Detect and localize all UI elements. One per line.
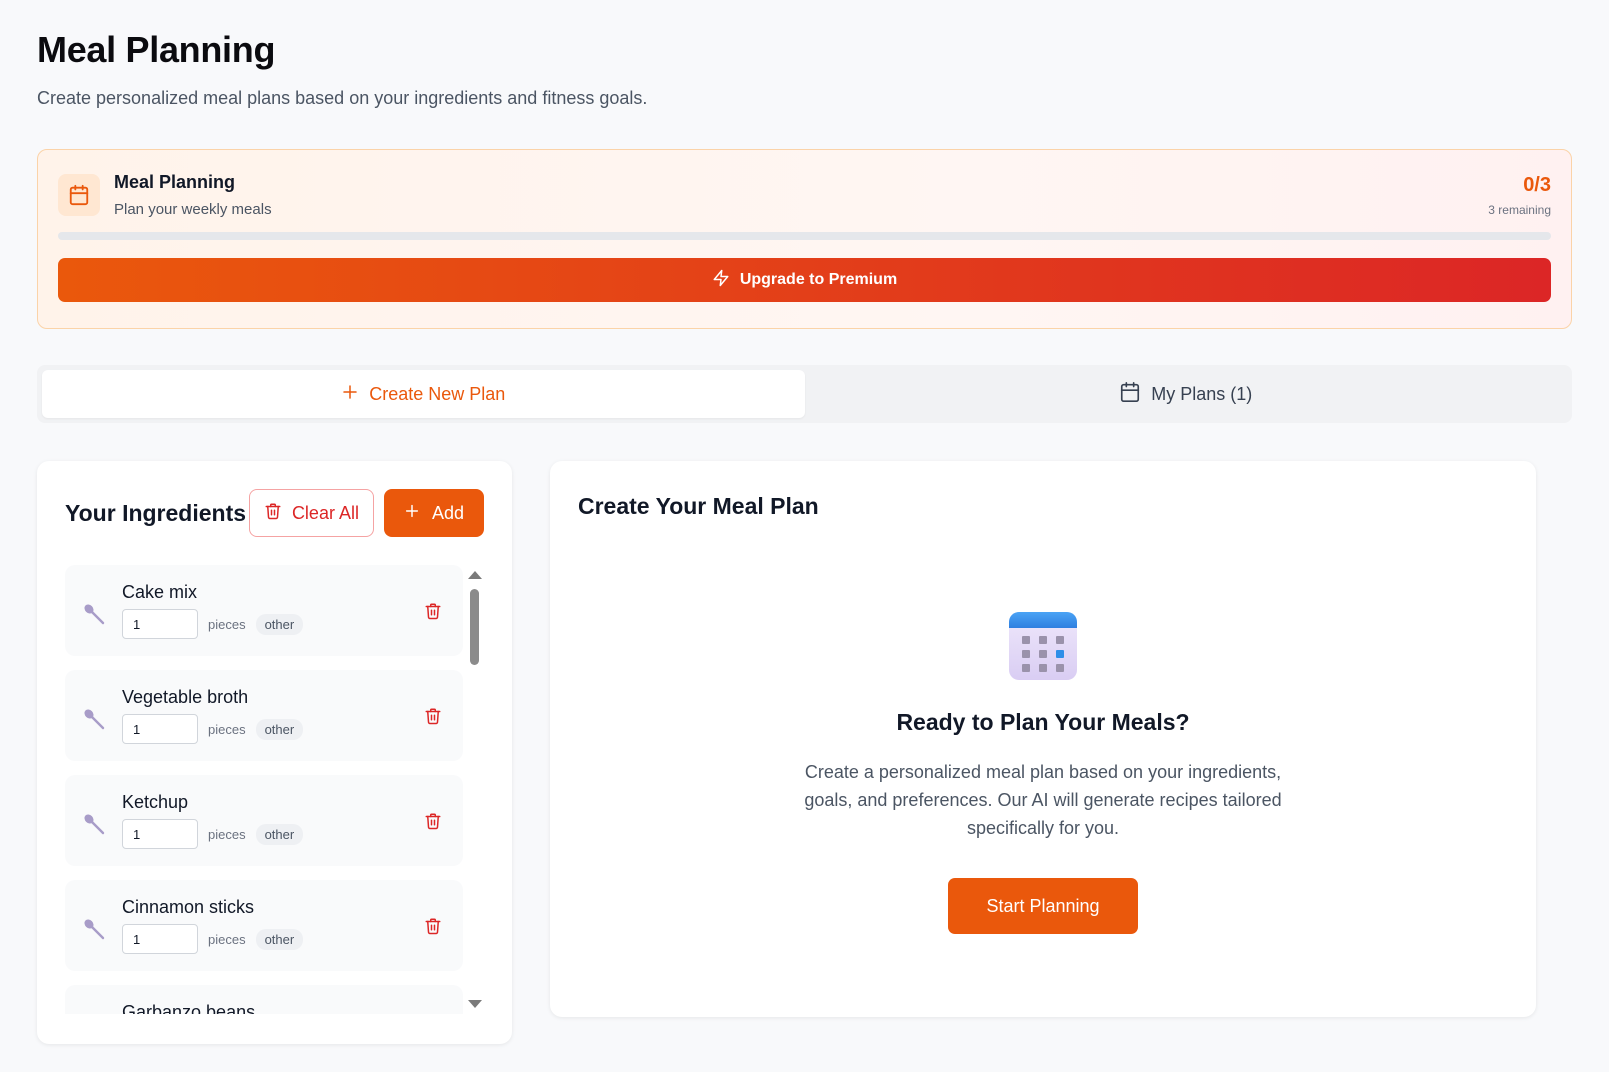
- trash-icon: [425, 603, 441, 619]
- category-badge: other: [255, 823, 304, 845]
- ingredients-title: Your Ingredients: [65, 499, 247, 526]
- spoon-icon: [84, 918, 105, 939]
- ingredient-item: Vegetable broth pieces other: [65, 670, 463, 761]
- tab-label: My Plans (1): [1151, 383, 1253, 404]
- quantity-input[interactable]: [122, 819, 198, 849]
- unit-label: pieces: [208, 721, 246, 737]
- ingredient-item: Ketchup pieces other: [65, 775, 463, 866]
- calendar-icon: [1119, 381, 1141, 408]
- ingredient-name: Cake mix: [122, 582, 198, 602]
- trash-icon: [425, 918, 441, 934]
- upgrade-button[interactable]: Upgrade to Premium: [58, 258, 1551, 302]
- plan-empty-state: Ready to Plan Your Meals? Create a perso…: [578, 610, 1508, 934]
- delete-ingredient-button[interactable]: [421, 809, 445, 833]
- delete-ingredient-button[interactable]: [421, 914, 445, 938]
- tab-create-new-plan[interactable]: Create New Plan: [42, 370, 805, 418]
- usage-count: 0/3: [1523, 173, 1551, 196]
- empty-state-description: Create a personalized meal plan based on…: [804, 762, 1282, 838]
- spoon-icon: [84, 813, 105, 834]
- meal-planning-page: Meal Planning Create personalized meal p…: [0, 0, 1609, 1044]
- tab-bar: Create New Plan My Plans (1): [37, 365, 1572, 423]
- plan-panel-title: Create Your Meal Plan: [578, 493, 819, 519]
- ingredients-panel: Your Ingredients Clear All Add Cake mix …: [37, 461, 512, 1044]
- category-badge: other: [255, 718, 304, 740]
- ingredient-item: Cinnamon sticks pieces other: [65, 880, 463, 971]
- unit-label: pieces: [208, 616, 246, 632]
- spoon-icon: [84, 708, 105, 729]
- trash-icon: [264, 502, 282, 525]
- clear-all-label: Clear All: [291, 502, 359, 523]
- empty-state-heading: Ready to Plan Your Meals?: [896, 709, 1190, 735]
- unit-label: pieces: [208, 826, 246, 842]
- category-badge: other: [255, 613, 304, 635]
- scrollbar-thumb[interactable]: [470, 589, 479, 665]
- ingredient-item: Cake mix pieces other: [65, 565, 463, 656]
- unit-label: pieces: [208, 931, 246, 947]
- quantity-input[interactable]: [122, 714, 198, 744]
- ingredient-name: Vegetable broth: [122, 687, 249, 707]
- ingredient-name: Garbanzo beans: [122, 1002, 256, 1014]
- spoon-icon: [84, 603, 105, 624]
- scroll-up-arrow-icon[interactable]: [468, 571, 482, 579]
- ingredient-list-scroll[interactable]: Cake mix pieces other: [65, 565, 484, 1014]
- start-planning-button[interactable]: Start Planning: [948, 878, 1138, 934]
- add-label: Add: [431, 502, 464, 523]
- usage-subtitle: Plan your weekly meals: [114, 201, 272, 218]
- add-ingredient-button[interactable]: Add: [383, 489, 484, 537]
- quantity-input[interactable]: [122, 609, 198, 639]
- plus-icon: [341, 383, 359, 406]
- page-subtitle: Create personalized meal plans based on …: [37, 88, 648, 108]
- plus-icon: [404, 503, 420, 524]
- usage-title: Meal Planning: [114, 172, 236, 192]
- trash-icon: [425, 708, 441, 724]
- usage-progress-bar: [58, 232, 1551, 240]
- tab-my-plans[interactable]: My Plans (1): [805, 370, 1568, 418]
- ingredient-list: Cake mix pieces other: [65, 565, 463, 1014]
- usage-card: Meal Planning Plan your weekly meals 0/3…: [37, 149, 1572, 329]
- calendar-icon: [58, 174, 100, 216]
- meal-plan-panel: Create Your Meal Plan Ready to Plan Your…: [550, 461, 1536, 1017]
- ingredient-name: Ketchup: [122, 792, 189, 812]
- delete-ingredient-button[interactable]: [421, 704, 445, 728]
- quantity-input[interactable]: [122, 924, 198, 954]
- ingredient-name: Cinnamon sticks: [122, 897, 255, 917]
- clear-all-button[interactable]: Clear All: [248, 489, 374, 537]
- upgrade-button-label: Upgrade to Premium: [739, 271, 898, 288]
- calendar-icon: [1009, 612, 1077, 680]
- page-title: Meal Planning: [37, 29, 276, 70]
- lightning-icon: [712, 269, 730, 292]
- tab-label: Create New Plan: [369, 383, 506, 404]
- delete-ingredient-button[interactable]: [421, 599, 445, 623]
- ingredient-list-scrollbar[interactable]: [465, 565, 484, 1014]
- category-badge: other: [255, 928, 304, 950]
- scroll-down-arrow-icon[interactable]: [468, 1000, 482, 1008]
- ingredient-item: Garbanzo beans pieces other: [65, 985, 463, 1014]
- usage-remaining: 3 remaining: [1488, 202, 1551, 217]
- trash-icon: [425, 813, 441, 829]
